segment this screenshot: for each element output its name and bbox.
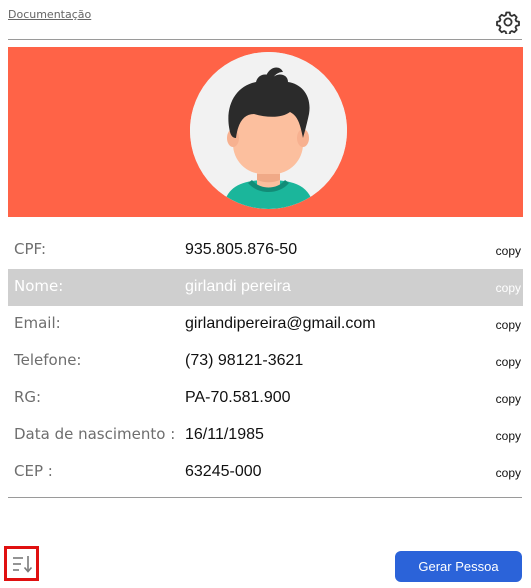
field-label: CPF: <box>14 240 47 258</box>
field-value: girlandipereira@gmail.com <box>185 315 376 332</box>
sort-down-icon[interactable] <box>4 546 39 581</box>
field-value: 935.805.876-50 <box>185 241 298 258</box>
field-row: Email: girlandipereira@gmail.com copy <box>8 306 523 343</box>
field-row: CPF: 935.805.876-50 copy <box>8 232 523 269</box>
copy-button[interactable]: copy <box>496 429 521 443</box>
copy-button[interactable]: copy <box>496 244 521 258</box>
copy-button[interactable]: copy <box>496 318 521 332</box>
field-value: PA-70.581.900 <box>185 389 291 406</box>
bottom-divider <box>8 497 522 498</box>
field-label: Telefone: <box>14 351 82 369</box>
copy-button[interactable]: copy <box>496 281 521 295</box>
gear-icon[interactable] <box>496 10 520 36</box>
field-value: (73) 98121-3621 <box>185 352 304 369</box>
field-row: RG: PA-70.581.900 copy <box>8 380 523 417</box>
field-value: 16/11/1985 <box>185 426 264 443</box>
generate-person-button[interactable]: Gerar Pessoa <box>395 551 522 582</box>
field-value: girlandi pereira <box>185 278 291 295</box>
field-row: Telefone: (73) 98121-3621 copy <box>8 343 523 380</box>
person-fields-list: CPF: 935.805.876-50 copy Nome: girlandi pere… <box>8 232 523 491</box>
top-divider <box>8 39 522 40</box>
field-label: Nome: <box>14 277 64 295</box>
field-row: Data de nascimento : 16/11/1985 copy <box>8 417 523 454</box>
field-row: CEP : 63245-000 copy <box>8 454 523 491</box>
copy-button[interactable]: copy <box>496 466 521 480</box>
field-label: Data de nascimento : <box>14 425 176 443</box>
copy-button[interactable]: copy <box>496 355 521 369</box>
field-label: RG: <box>14 388 42 406</box>
field-value: 63245-000 <box>185 463 262 480</box>
field-label: CEP : <box>14 462 53 480</box>
field-label: Email: <box>14 314 61 332</box>
field-row: Nome: girlandi pereira copy <box>8 269 523 306</box>
documentation-link[interactable]: Documentação <box>8 8 91 21</box>
person-avatar <box>190 52 347 209</box>
copy-button[interactable]: copy <box>496 392 521 406</box>
